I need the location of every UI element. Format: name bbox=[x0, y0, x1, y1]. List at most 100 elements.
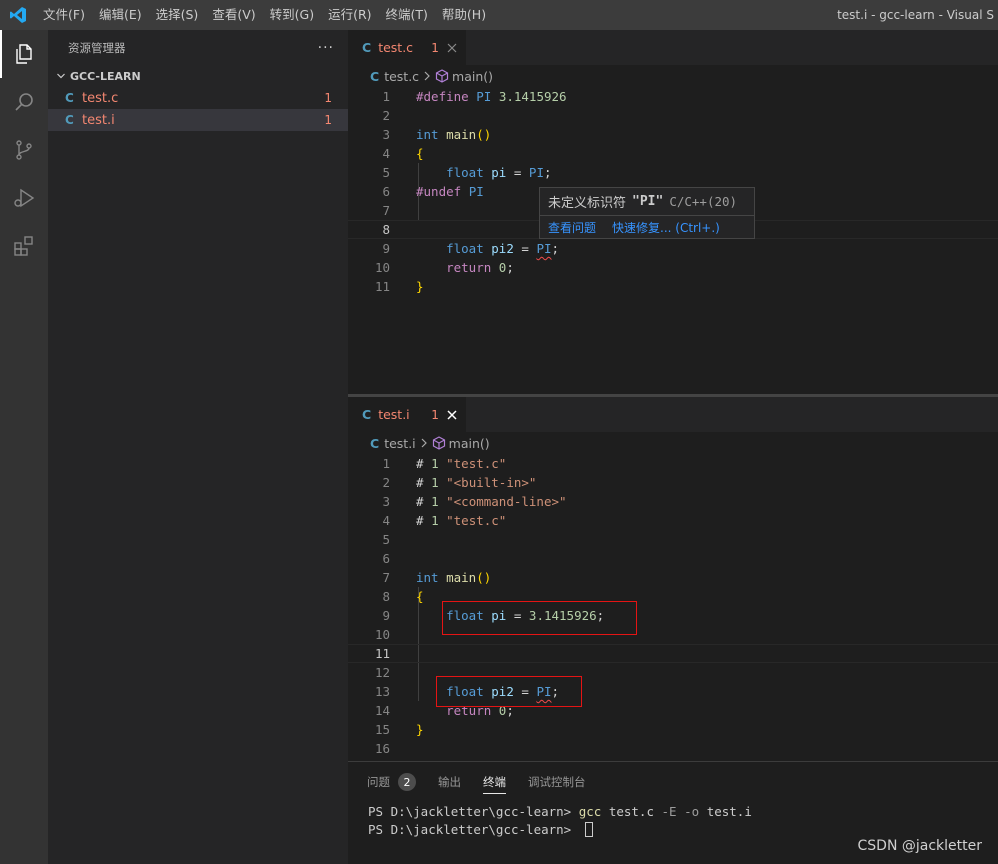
code-line: 5 bbox=[348, 530, 998, 549]
breadcrumb-file[interactable]: test.c bbox=[384, 69, 419, 84]
panel-tabs: 问题 2 输出 终端 调试控制台 bbox=[348, 762, 998, 802]
line-number: 3 bbox=[382, 127, 390, 142]
line-number: 6 bbox=[382, 184, 390, 199]
more-actions-icon[interactable]: ··· bbox=[318, 40, 334, 56]
tab-problems[interactable]: 问题 2 bbox=[367, 762, 416, 802]
code-line: 1 #define PI 3.1415926 bbox=[348, 87, 998, 106]
terminal-line: PS D:\jackletter\gcc-learn> gcc test.c -… bbox=[368, 803, 752, 819]
menu-edit[interactable]: 编辑(E) bbox=[92, 0, 149, 30]
explorer-icon[interactable] bbox=[0, 30, 48, 78]
line-number: 10 bbox=[374, 627, 390, 642]
hover-actions: 查看问题 快速修复... (Ctrl+.) bbox=[540, 216, 754, 238]
search-icon[interactable] bbox=[0, 78, 48, 126]
menu-go[interactable]: 转到(G) bbox=[263, 0, 321, 30]
folder-gcc-learn[interactable]: GCC-LEARN bbox=[48, 65, 348, 87]
code-line: 3 # 1 "<command-line>" bbox=[348, 492, 998, 511]
line-number: 8 bbox=[382, 589, 390, 604]
file-test-i[interactable]: C test.i 1 bbox=[48, 109, 348, 131]
code-line: 9 float pi2 = PI; bbox=[348, 239, 998, 258]
line-number: 15 bbox=[374, 722, 390, 737]
chevron-down-icon bbox=[54, 71, 68, 81]
code-line: 1 # 1 "test.c" bbox=[348, 454, 998, 473]
terminal-line: PS D:\jackletter\gcc-learn> bbox=[368, 820, 998, 838]
line-number: 3 bbox=[382, 494, 390, 509]
source-control-icon[interactable] bbox=[0, 126, 48, 174]
view-problem-link[interactable]: 查看问题 bbox=[548, 219, 596, 236]
code-line: 4{ bbox=[348, 144, 998, 163]
line-number: 9 bbox=[382, 241, 390, 256]
hover-identifier: "PI" bbox=[632, 194, 664, 209]
method-cube-icon bbox=[432, 436, 446, 450]
line-number: 5 bbox=[382, 165, 390, 180]
terminal-cursor bbox=[584, 821, 593, 837]
line-number: 5 bbox=[382, 532, 390, 547]
line-number: 12 bbox=[374, 665, 390, 680]
menu-help[interactable]: 帮助(H) bbox=[435, 0, 493, 30]
tab-output[interactable]: 输出 bbox=[438, 762, 461, 802]
tab-test-c[interactable]: C test.c 1 bbox=[348, 30, 466, 65]
extensions-icon[interactable] bbox=[0, 222, 48, 270]
hover-message-text: 未定义标识符 bbox=[548, 196, 627, 211]
line-number: 9 bbox=[382, 608, 390, 623]
annotation-box bbox=[436, 676, 582, 707]
tab-problem-count: 1 bbox=[431, 407, 439, 422]
tab-debug-console[interactable]: 调试控制台 bbox=[528, 762, 586, 802]
tab-terminal[interactable]: 终端 bbox=[483, 762, 506, 802]
breadcrumb-symbol[interactable]: main() bbox=[452, 69, 493, 84]
line-number: 14 bbox=[374, 703, 390, 718]
line-number: 11 bbox=[374, 279, 390, 294]
line-number: 10 bbox=[374, 260, 390, 275]
c-file-icon: C bbox=[65, 91, 74, 105]
code-line: 6 bbox=[348, 549, 998, 568]
code-line: 5 float pi = PI; bbox=[348, 163, 998, 182]
undefined-identifier: PI bbox=[536, 241, 552, 256]
activity-bar bbox=[0, 30, 48, 864]
breadcrumb-symbol[interactable]: main() bbox=[449, 436, 490, 451]
close-icon[interactable] bbox=[445, 408, 459, 422]
line-number: 6 bbox=[382, 551, 390, 566]
hover-source: C/C++(20) bbox=[669, 194, 738, 209]
tab-test-i[interactable]: C test.i 1 bbox=[348, 397, 466, 432]
problems-count-badge: 2 bbox=[398, 773, 416, 791]
explorer-title: 资源管理器 bbox=[68, 40, 126, 55]
menu-selection[interactable]: 选择(S) bbox=[149, 0, 206, 30]
c-file-icon: C bbox=[370, 435, 380, 451]
line-number: 2 bbox=[382, 108, 390, 123]
code-line: 7 int main() bbox=[348, 568, 998, 587]
close-icon[interactable] bbox=[445, 41, 459, 55]
bottom-panel: 问题 2 输出 终端 调试控制台 PS D:\jackletter\gcc-lea… bbox=[348, 761, 998, 864]
terminal[interactable]: PS D:\jackletter\gcc-learn> gcc test.c -… bbox=[348, 802, 998, 838]
file-test-c[interactable]: C test.c 1 bbox=[48, 87, 348, 109]
problem-count: 1 bbox=[324, 91, 332, 105]
line-number: 13 bbox=[374, 684, 390, 699]
folder-name: GCC-LEARN bbox=[70, 69, 141, 83]
title-bar: 文件(F) 编辑(E) 选择(S) 查看(V) 转到(G) 运行(R) 终端(T… bbox=[0, 0, 998, 30]
line-number: 16 bbox=[374, 741, 390, 756]
chevron-right-icon bbox=[420, 438, 428, 448]
menu-run[interactable]: 运行(R) bbox=[321, 0, 378, 30]
code-line: 15} bbox=[348, 720, 998, 739]
problem-hover-tooltip: 未定义标识符 "PI" C/C++(20) 查看问题 快速修复... (Ctrl… bbox=[539, 187, 755, 239]
menu-file[interactable]: 文件(F) bbox=[36, 0, 92, 30]
menu-bar: 文件(F) 编辑(E) 选择(S) 查看(V) 转到(G) 运行(R) 终端(T… bbox=[36, 0, 493, 30]
menu-view[interactable]: 查看(V) bbox=[205, 0, 262, 30]
code-line: 4 # 1 "test.c" bbox=[348, 511, 998, 530]
line-number: 11 bbox=[374, 646, 390, 661]
run-debug-icon[interactable] bbox=[0, 174, 48, 222]
quick-fix-link[interactable]: 快速修复... (Ctrl+.) bbox=[612, 219, 720, 236]
method-cube-icon bbox=[435, 69, 449, 83]
annotation-box bbox=[442, 601, 637, 635]
file-name: test.c bbox=[82, 90, 119, 106]
tab-bar: C test.i 1 bbox=[348, 397, 998, 432]
code-line: 10 return 0; bbox=[348, 258, 998, 277]
watermark: CSDN @jackletter bbox=[857, 838, 983, 854]
menu-terminal[interactable]: 终端(T) bbox=[379, 0, 435, 30]
tab-label: test.i bbox=[378, 407, 410, 422]
chevron-right-icon bbox=[423, 71, 431, 81]
problem-count: 1 bbox=[324, 113, 332, 127]
c-file-icon: C bbox=[370, 68, 380, 84]
breadcrumb: C test.c main() bbox=[348, 65, 998, 87]
hover-message: 未定义标识符 "PI" C/C++(20) bbox=[540, 188, 754, 216]
breadcrumb-file[interactable]: test.i bbox=[384, 436, 415, 451]
line-number: 7 bbox=[382, 203, 390, 218]
